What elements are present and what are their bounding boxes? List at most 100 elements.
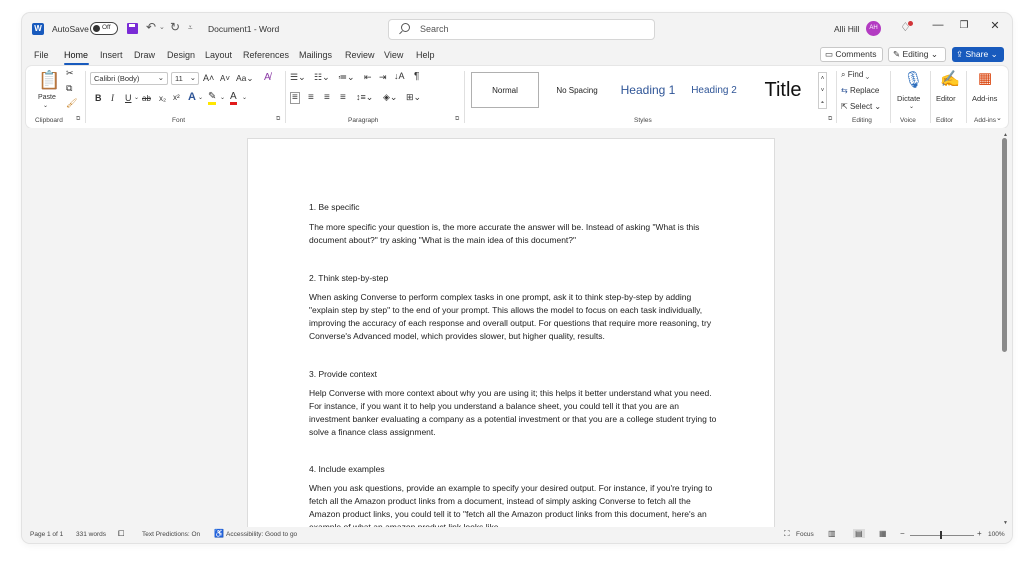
chevron-down-icon[interactable]: ⌄ (220, 94, 225, 101)
strikethrough-icon[interactable]: ab (142, 94, 151, 103)
shading-icon[interactable]: ◈⌄ (383, 92, 397, 103)
autosave-toggle[interactable]: Off (90, 22, 118, 35)
style-heading-2[interactable]: Heading 2 (685, 72, 743, 108)
grow-font-icon[interactable]: A˄ (203, 73, 214, 83)
align-left-icon[interactable]: ≡ (290, 92, 300, 104)
style-heading-1[interactable]: Heading 1 (613, 72, 683, 108)
copy-icon[interactable]: ⧉ (66, 83, 72, 94)
format-painter-icon[interactable]: 🖌 (66, 98, 77, 109)
bold-icon[interactable]: B (95, 93, 102, 103)
replace-button[interactable]: ⇆ Replace (841, 86, 879, 95)
document-page[interactable]: 1. Be specific The more specific your qu… (248, 139, 774, 539)
dialog-launcher-icon[interactable]: ⧉ (455, 116, 459, 123)
collapse-ribbon-icon[interactable]: ⌄ (996, 114, 1002, 122)
clear-formatting-icon[interactable]: A̸ (264, 72, 271, 83)
page-count[interactable]: Page 1 of 1 (30, 531, 63, 538)
tab-review[interactable]: Review (345, 50, 375, 60)
scroll-down-icon[interactable]: ▼ (1003, 520, 1008, 526)
dialog-launcher-icon[interactable]: ⧉ (76, 116, 80, 123)
sort-icon[interactable]: ↓A (394, 71, 405, 81)
dialog-launcher-icon[interactable]: ⧉ (828, 116, 832, 123)
find-button[interactable]: ⌕ Find ⌄ (841, 70, 869, 80)
zoom-level[interactable]: 100% (988, 531, 1005, 538)
underline-icon[interactable]: U (125, 93, 132, 103)
undo-dropdown-icon[interactable]: ⌄ (159, 23, 165, 31)
chevron-down-icon[interactable]: ⌄ (134, 94, 139, 101)
borders-icon[interactable]: ⊞⌄ (406, 92, 421, 103)
cut-icon[interactable]: ✂ (66, 68, 74, 79)
paragraph-provide-context[interactable]: Help Converse with more context about wh… (309, 387, 719, 439)
paragraph-be-specific[interactable]: The more specific your question is, the … (309, 221, 719, 247)
tab-file[interactable]: File (34, 50, 49, 60)
paste-dropdown-icon[interactable]: ⌄ (43, 102, 48, 109)
avatar[interactable]: AH (866, 21, 881, 36)
scrollbar-thumb[interactable] (1002, 138, 1007, 352)
font-color-icon[interactable]: A (230, 91, 237, 105)
shrink-font-icon[interactable]: A˅ (220, 74, 230, 83)
italic-icon[interactable]: I (111, 93, 114, 103)
undo-icon[interactable]: ↶ (146, 20, 156, 34)
decrease-indent-icon[interactable]: ⇤ (364, 72, 372, 83)
user-name[interactable]: Alli Hill (834, 24, 860, 34)
zoom-slider-thumb[interactable] (940, 531, 942, 539)
save-icon[interactable] (127, 23, 138, 34)
accessibility-status[interactable]: Accessibility: Good to go (226, 531, 297, 538)
font-size-select[interactable]: 11 ⌄ (171, 72, 199, 85)
zoom-in-icon[interactable]: + (977, 529, 982, 538)
tab-help[interactable]: Help (416, 50, 435, 60)
style-no-spacing[interactable]: No Spacing (543, 72, 611, 108)
select-button[interactable]: ⇱ Select ⌄ (841, 102, 881, 111)
web-layout-icon[interactable]: ▦ (879, 529, 887, 538)
text-effects-icon[interactable]: A (188, 91, 196, 103)
heading-include-examples[interactable]: 4. Include examples (309, 463, 719, 476)
line-spacing-icon[interactable]: ↕≡⌄ (356, 92, 373, 103)
highlight-icon[interactable]: ✎ (208, 92, 217, 105)
increase-indent-icon[interactable]: ⇥ (379, 72, 387, 83)
maximize-button[interactable]: ❐ (956, 20, 972, 31)
bullets-icon[interactable]: ☰⌄ (290, 72, 306, 83)
paragraph-think-step[interactable]: When asking Converse to perform complex … (309, 291, 719, 343)
tab-layout[interactable]: Layout (205, 50, 232, 60)
tab-design[interactable]: Design (167, 50, 195, 60)
tab-home[interactable]: Home (64, 50, 88, 60)
align-right-icon[interactable]: ≡ (324, 92, 330, 103)
editing-mode-button[interactable]: ✎ Editing ⌄ (888, 47, 946, 62)
paste-icon[interactable]: 📋 (38, 70, 60, 91)
heading-be-specific[interactable]: 1. Be specific (309, 201, 719, 214)
heading-provide-context[interactable]: 3. Provide context (309, 368, 719, 381)
focus-icon[interactable]: ⛶ (784, 529, 790, 539)
tab-mailings[interactable]: Mailings (299, 50, 332, 60)
chevron-down-icon[interactable]: ⌄ (909, 103, 914, 110)
align-center-icon[interactable]: ≡ (308, 92, 314, 103)
focus-label[interactable]: Focus (796, 531, 814, 538)
change-case-icon[interactable]: Aa⌄ (236, 73, 254, 84)
paste-label[interactable]: Paste (38, 94, 56, 101)
tab-insert[interactable]: Insert (100, 50, 123, 60)
dictate-label[interactable]: Dictate (897, 94, 920, 103)
read-mode-icon[interactable]: ▥ (828, 529, 836, 538)
styles-scroll[interactable]: ˄ ˅ ⩡ (818, 72, 827, 109)
editor-pen-icon[interactable]: ✍ (940, 69, 960, 89)
text-predictions-status[interactable]: Text Predictions: On (142, 531, 200, 538)
addins-grid-icon[interactable]: ▦ (978, 69, 992, 87)
tab-references[interactable]: References (243, 50, 289, 60)
share-button[interactable]: ⇪ Share ⌄ (952, 47, 1004, 62)
justify-icon[interactable]: ≡ (340, 92, 346, 103)
redo-icon[interactable]: ↻ (170, 20, 180, 34)
search-input[interactable]: Search (388, 19, 655, 40)
chevron-down-icon[interactable]: ⌄ (242, 94, 247, 101)
style-title[interactable]: Title (748, 72, 818, 108)
style-normal[interactable]: Normal (471, 72, 539, 108)
editor-label[interactable]: Editor (936, 94, 956, 103)
microphone-icon[interactable]: 🎙 (903, 70, 923, 90)
word-count[interactable]: 331 words (76, 531, 106, 538)
comments-button[interactable]: ▭ Comments (820, 47, 883, 62)
addins-label[interactable]: Add-ins (972, 94, 997, 103)
heading-think-step[interactable]: 2. Think step-by-step (309, 272, 719, 285)
tab-draw[interactable]: Draw (134, 50, 155, 60)
close-button[interactable]: ✕ (987, 19, 1003, 32)
tab-view[interactable]: View (384, 50, 403, 60)
show-formatting-icon[interactable]: ¶ (414, 71, 419, 82)
dialog-launcher-icon[interactable]: ⧉ (276, 116, 280, 123)
multilevel-list-icon[interactable]: ≔⌄ (338, 72, 355, 83)
